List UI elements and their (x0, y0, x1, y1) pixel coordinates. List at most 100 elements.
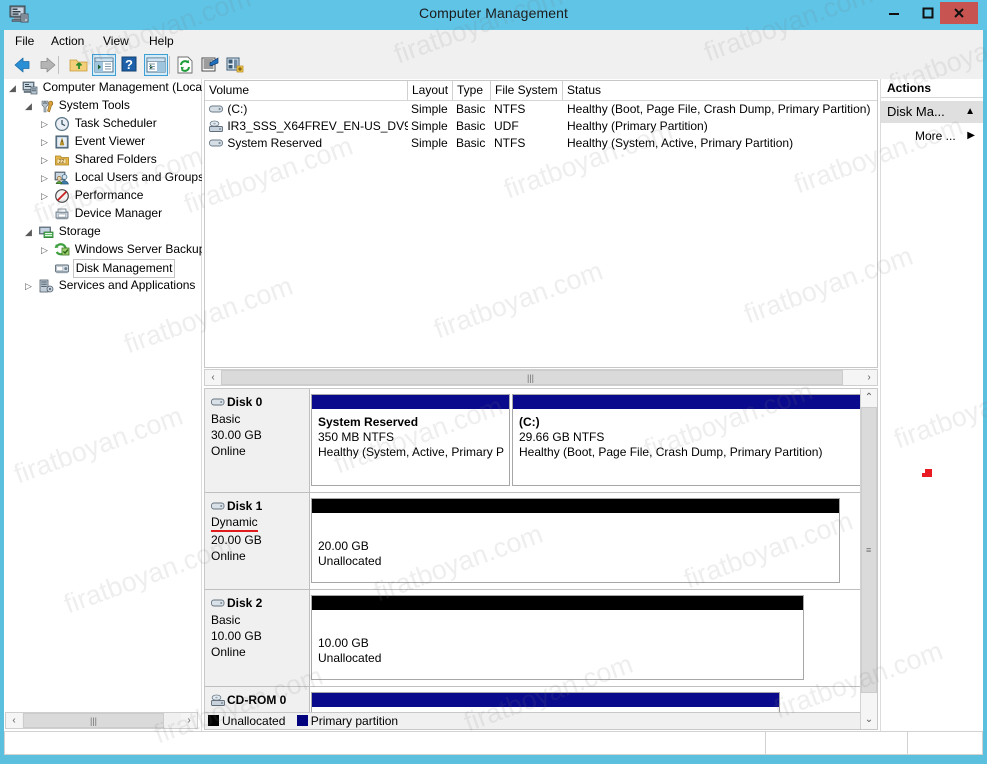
scrollbar-thumb[interactable]: ≡ (861, 407, 877, 693)
disk-info-panel: Disk 1 Dynamic 20.00 GB Online (205, 493, 310, 589)
partition-label: System Reserved (318, 415, 419, 429)
twisty-expand-icon[interactable]: ▷ (38, 115, 51, 133)
scroll-left-button[interactable]: ‹ (6, 713, 22, 728)
rescan-disks-button[interactable] (224, 54, 248, 76)
tree-item-local-users-and-groups[interactable]: ▷ Local Users and Groups (4, 169, 202, 187)
twisty-collapse-icon[interactable]: ◢ (6, 79, 19, 97)
partition-system-reserved[interactable]: System Reserved 350 MB NTFS Healthy (Sys… (311, 394, 510, 486)
scrollbar-thumb[interactable]: ||| (221, 370, 843, 385)
tree-horizontal-scrollbar[interactable]: ‹ ||| › (5, 712, 198, 729)
menu-help[interactable]: Help (142, 33, 181, 49)
disk-capacity: 30.00 GB (211, 428, 262, 442)
menu-file[interactable]: File (8, 33, 41, 49)
partition-unallocated[interactable]: 10.00 GB Unallocated (311, 595, 804, 680)
twisty-expand-icon[interactable]: ▷ (38, 187, 51, 205)
forward-button[interactable] (36, 54, 60, 76)
cell-volume: (C:) (209, 101, 408, 118)
twisty-expand-icon[interactable]: ▷ (38, 151, 51, 169)
column-header-type[interactable]: Type (453, 81, 491, 100)
twisty-expand-icon[interactable]: ▷ (38, 133, 51, 151)
storage-icon (38, 223, 55, 241)
twisty-expand-icon[interactable]: ▷ (38, 241, 51, 259)
up-one-level-button[interactable] (67, 54, 91, 76)
help-button[interactable]: ? (119, 54, 143, 76)
tree-item-windows-server-backup[interactable]: ▷ Windows Server Backup (4, 241, 202, 259)
back-button[interactable] (10, 54, 34, 76)
cell-volume: System Reserved (209, 135, 408, 152)
tree-label: Shared Folders (74, 152, 157, 166)
actions-group-label: Disk Ma... (887, 104, 945, 119)
tree-item-shared-folders[interactable]: ▷ 22 Shared Folders (4, 151, 202, 169)
tree-item-services-and-applications[interactable]: ▷ Services and Applications (4, 277, 202, 295)
partition-color-bar (312, 395, 509, 410)
partition-c-drive[interactable]: (C:) 29.66 GB NTFS Healthy (Boot, Page F… (512, 394, 861, 486)
twisty-collapse-icon[interactable]: ◢ (22, 97, 35, 115)
toolbar-separator (58, 56, 59, 74)
tree-item-device-manager[interactable]: Device Manager (4, 205, 202, 223)
disk-row[interactable]: Disk 1 Dynamic 20.00 GB Online 20.00 GB (205, 493, 861, 590)
column-header-file-system[interactable]: File System (491, 81, 563, 100)
partition-color-bar (312, 596, 803, 611)
column-header-layout[interactable]: Layout (408, 81, 453, 100)
properties-button[interactable] (199, 54, 223, 76)
scroll-right-button[interactable]: › (861, 370, 877, 385)
disk-capacity: 20.00 GB (211, 533, 262, 547)
tree-item-storage[interactable]: ◢ Storage (4, 223, 202, 241)
scroll-right-button[interactable]: › (181, 713, 197, 728)
twisty-expand-icon[interactable]: ▷ (22, 277, 35, 295)
minimize-button[interactable] (879, 2, 909, 24)
tree-label: Device Manager (74, 206, 163, 220)
partition-status: Healthy (Boot, Page File, Crash Dump, Pr… (519, 445, 823, 459)
cell-type: Basic (456, 136, 486, 150)
column-header-status[interactable]: Status (563, 81, 877, 100)
tree-item-system-tools[interactable]: ◢ System Tools (4, 97, 202, 115)
tree-item-computer-management[interactable]: ◢ Computer Management (Local (4, 79, 202, 97)
tree-label: System Tools (58, 98, 130, 112)
backup-icon (54, 241, 71, 259)
svg-text:?: ? (125, 57, 133, 72)
twisty-collapse-icon[interactable]: ◢ (22, 223, 35, 241)
scroll-up-button[interactable]: ⌃ (861, 389, 877, 406)
show-hide-console-tree-button[interactable] (92, 54, 116, 76)
refresh-button[interactable] (174, 54, 198, 76)
scroll-down-button[interactable]: ⌄ (861, 711, 877, 728)
tree-item-event-viewer[interactable]: ▷ Event Viewer (4, 133, 202, 151)
actions-group-disk-management[interactable]: Disk Ma... ▲ (881, 101, 983, 123)
actions-more-item[interactable]: More ... ▶ (881, 126, 983, 146)
scrollbar-grip: ||| (527, 373, 535, 383)
disk-graphical-view[interactable]: Disk 0 Basic 30.00 GB Online System Rese… (204, 388, 878, 730)
partition-body: 20.00 GB Unallocated (312, 514, 839, 569)
disk-row[interactable]: Disk 2 Basic 10.00 GB Online 10.00 GB Un… (205, 590, 861, 687)
table-row[interactable]: (C:) Simple Basic NTFS Healthy (Boot, Pa… (205, 101, 877, 118)
show-hide-action-pane-button[interactable] (144, 54, 168, 76)
close-button[interactable] (940, 2, 978, 24)
table-row[interactable]: IR3_SSS_X64FREV_EN-US_DV9 (D:) Simple Ba… (205, 118, 877, 135)
partition-unallocated[interactable]: 20.00 GB Unallocated (311, 498, 840, 583)
scrollbar-thumb[interactable]: ||| (23, 713, 164, 728)
twisty-expand-icon[interactable]: ▷ (38, 169, 51, 187)
volume-list[interactable]: Volume Layout Type File System Status (C… (204, 80, 878, 368)
chevron-up-icon[interactable]: ▲ (965, 101, 975, 123)
disk-view-vertical-scrollbar[interactable]: ⌃ ≡ ⌄ (860, 389, 877, 729)
menu-view[interactable]: View (96, 33, 136, 49)
scroll-left-button[interactable]: ‹ (205, 370, 221, 385)
disk-legend: Unallocated Primary partition (205, 712, 861, 729)
partition-size: 350 MB NTFS (318, 430, 395, 444)
table-row[interactable]: System Reserved Simple Basic NTFS Health… (205, 135, 877, 152)
disk-row[interactable]: Disk 0 Basic 30.00 GB Online System Rese… (205, 389, 861, 493)
console-tree[interactable]: ◢ Computer Management (Local ◢ System To… (4, 79, 202, 706)
cell-layout: Simple (411, 136, 448, 150)
disk-state: Online (211, 444, 246, 458)
column-header-volume[interactable]: Volume (205, 81, 408, 100)
tree-label: Storage (58, 224, 101, 238)
tree-item-performance[interactable]: ▷ Performance (4, 187, 202, 205)
volume-list-horizontal-scrollbar[interactable]: ‹ ||| › (204, 369, 878, 386)
tree-item-disk-management[interactable]: Disk Management (4, 259, 202, 278)
chevron-right-icon[interactable]: ▶ (967, 126, 975, 146)
tree-item-task-scheduler[interactable]: ▷ Task Scheduler (4, 115, 202, 133)
tree-label: Local Users and Groups (74, 170, 202, 184)
maximize-button[interactable] (913, 2, 943, 24)
menu-action[interactable]: Action (44, 33, 91, 49)
partition-size: 29.66 GB NTFS (519, 430, 605, 444)
disk-name-text: Disk 2 (227, 596, 263, 610)
